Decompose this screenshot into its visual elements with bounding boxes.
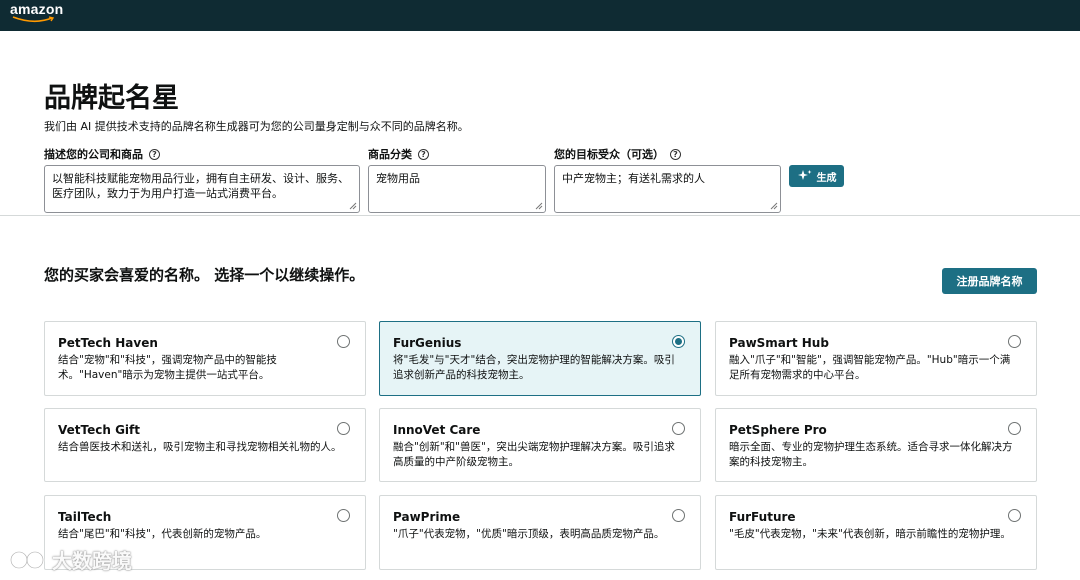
card-name: PetTech Haven [58, 336, 158, 350]
amazon-logo[interactable]: amazon [10, 1, 63, 17]
name-option-card[interactable]: InnoVet Care 融合"创新"和"兽医"，突出尖端宠物护理解决方案。吸引… [379, 408, 701, 482]
category-input[interactable]: 宠物用品 [368, 165, 546, 213]
category-value: 宠物用品 [376, 172, 420, 185]
category-field-label: 商品分类 ? [368, 146, 429, 162]
generate-button[interactable]: 生成 [789, 165, 844, 187]
radio-button[interactable] [1008, 509, 1021, 522]
card-description: 结合"宠物"和"科技"，强调宠物产品中的智能技术。"Haven"暗示为宠物主提供… [58, 354, 277, 381]
radio-button-checked[interactable] [672, 335, 685, 348]
card-name: VetTech Gift [58, 423, 140, 437]
radio-button[interactable] [337, 509, 350, 522]
card-description: 融合"创新"和"兽医"，突出尖端宠物护理解决方案。吸引追求高质量的中产阶级宠物主… [393, 441, 675, 468]
name-option-card[interactable]: PetTech Haven 结合"宠物"和"科技"，强调宠物产品中的智能技术。"… [44, 321, 366, 396]
card-description: 结合"尾巴"和"科技"，代表创新的宠物产品。 [58, 528, 267, 540]
radio-button[interactable] [337, 335, 350, 348]
watermark: 大数跨境 [8, 545, 132, 574]
category-label-text: 商品分类 [368, 148, 412, 161]
company-label-text: 描述您的公司和商品 [44, 148, 143, 161]
card-name: TailTech [58, 510, 112, 524]
resize-grip-icon[interactable] [535, 202, 543, 210]
card-name: PawPrime [393, 510, 461, 524]
company-description-value: 以智能科技赋能宠物用品行业，拥有自主研发、设计、服务、医疗团队，致力于为用户打造… [52, 172, 349, 200]
card-description: 暗示全面、专业的宠物护理生态系统。适合寻求一体化解决方案的科技宠物主。 [729, 441, 1013, 468]
card-name: InnoVet Care [393, 423, 481, 437]
radio-button[interactable] [1008, 422, 1021, 435]
radio-button[interactable] [1008, 335, 1021, 348]
radio-button[interactable] [672, 422, 685, 435]
amazon-smile-icon [12, 16, 55, 23]
help-icon[interactable]: ? [149, 148, 160, 160]
name-option-card[interactable]: PetSphere Pro 暗示全面、专业的宠物护理生态系统。适合寻求一体化解决… [715, 408, 1037, 482]
card-description: 将"毛发"与"天才"结合，突出宠物护理的智能解决方案。吸引追求创新产品的科技宠物… [393, 354, 675, 381]
watermark-text: 大数跨境 [52, 549, 132, 573]
name-option-card[interactable]: VetTech Gift 结合兽医技术和送礼，吸引宠物主和寻找宠物相关礼物的人。 [44, 408, 366, 482]
register-brand-label: 注册品牌名称 [956, 275, 1023, 288]
card-description: 结合兽医技术和送礼，吸引宠物主和寻找宠物相关礼物的人。 [58, 441, 342, 453]
card-name: FurFuture [729, 510, 796, 524]
section-divider [0, 215, 1080, 216]
register-brand-button[interactable]: 注册品牌名称 [942, 268, 1037, 294]
card-name: PetSphere Pro [729, 423, 827, 437]
page-title: 品牌起名星 [44, 83, 179, 114]
company-field-label: 描述您的公司和商品 ? [44, 146, 160, 162]
company-description-input[interactable]: 以智能科技赋能宠物用品行业，拥有自主研发、设计、服务、医疗团队，致力于为用户打造… [44, 165, 360, 213]
card-description: "毛皮"代表宠物，"未来"代表创新，暗示前瞻性的宠物护理。 [729, 528, 1011, 540]
sparkle-icon [797, 170, 811, 180]
name-option-card[interactable]: PawSmart Hub 融入"爪子"和"智能"，强调智能宠物产品。"Hub"暗… [715, 321, 1037, 396]
watermark-logo-icon [9, 550, 45, 569]
audience-input[interactable]: 中产宠物主；有送礼需求的人 [554, 165, 781, 213]
page-description: 我们由 AI 提供技术支持的品牌名称生成器可为您的公司量身定制与众不同的品牌名称… [44, 120, 469, 133]
audience-value: 中产宠物主；有送礼需求的人 [562, 172, 705, 185]
audience-label-text: 您的目标受众（可选） [554, 148, 664, 161]
resize-grip-icon[interactable] [349, 202, 357, 210]
card-description: 融入"爪子"和"智能"，强调智能宠物产品。"Hub"暗示一个满足所有宠物需求的中… [729, 354, 1011, 381]
name-option-card[interactable]: PawPrime "爪子"代表宠物，"优质"暗示顶级，表明高品质宠物产品。 [379, 495, 701, 570]
card-name: FurGenius [393, 336, 462, 350]
card-name: PawSmart Hub [729, 336, 829, 350]
top-nav-bar: amazon [0, 0, 1080, 31]
card-description: "爪子"代表宠物，"优质"暗示顶级，表明高品质宠物产品。 [393, 528, 665, 540]
audience-field-label: 您的目标受众（可选） ? [554, 146, 681, 162]
name-option-card-selected[interactable]: FurGenius 将"毛发"与"天才"结合，突出宠物护理的智能解决方案。吸引追… [379, 321, 701, 396]
radio-button[interactable] [672, 509, 685, 522]
results-title: 您的买家会喜爱的名称。 选择一个以继续操作。 [44, 266, 365, 284]
help-icon[interactable]: ? [418, 148, 429, 160]
generate-button-label: 生成 [816, 172, 837, 184]
help-icon[interactable]: ? [670, 148, 681, 160]
radio-button[interactable] [337, 422, 350, 435]
resize-grip-icon[interactable] [770, 202, 778, 210]
name-option-card[interactable]: FurFuture "毛皮"代表宠物，"未来"代表创新，暗示前瞻性的宠物护理。 [715, 495, 1037, 570]
